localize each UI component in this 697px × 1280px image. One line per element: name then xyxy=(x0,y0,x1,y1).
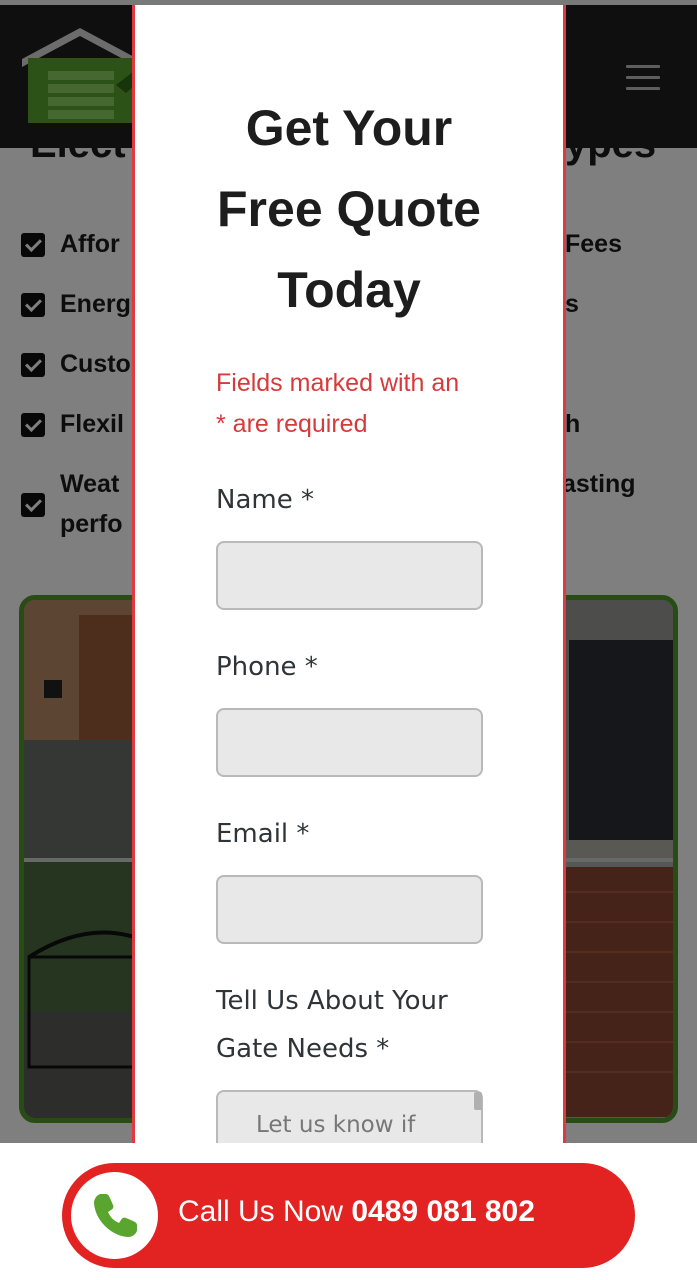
call-now-button[interactable]: Call Us Now 0489 081 802 xyxy=(62,1163,635,1268)
email-label: Email * xyxy=(216,819,310,849)
quote-modal: Get Your Free Quote Today Fields marked … xyxy=(132,5,566,1143)
gate-needs-label: Tell Us About Your Gate Needs * xyxy=(216,977,448,1073)
phone-icon-circle xyxy=(71,1172,158,1259)
gate-needs-label-line: Tell Us About Your xyxy=(216,986,448,1016)
phone-field[interactable] xyxy=(216,708,483,777)
call-label-text: Call Us Now xyxy=(178,1195,352,1228)
required-note-line: * are required xyxy=(216,410,368,438)
phone-icon xyxy=(94,1194,137,1237)
modal-title-line: Today xyxy=(277,262,421,318)
gate-needs-textarea[interactable] xyxy=(216,1090,483,1143)
name-label: Name * xyxy=(216,485,314,515)
required-fields-note: Fields marked with an * are required xyxy=(216,363,506,445)
phone-label: Phone * xyxy=(216,652,318,682)
gate-needs-label-line: Gate Needs * xyxy=(216,1034,390,1064)
call-now-label: Call Us Now 0489 081 802 xyxy=(178,1195,535,1229)
textarea-resize-handle[interactable] xyxy=(474,1092,482,1110)
modal-title: Get Your Free Quote Today xyxy=(135,88,563,331)
name-field[interactable] xyxy=(216,541,483,610)
email-field[interactable] xyxy=(216,875,483,944)
modal-title-line: Get Your xyxy=(245,100,453,156)
modal-title-line: Free Quote xyxy=(217,181,481,237)
call-bar: Call Us Now 0489 081 802 xyxy=(0,1143,697,1280)
call-phone-number: 0489 081 802 xyxy=(351,1195,535,1228)
required-note-line: Fields marked with an xyxy=(216,369,460,397)
